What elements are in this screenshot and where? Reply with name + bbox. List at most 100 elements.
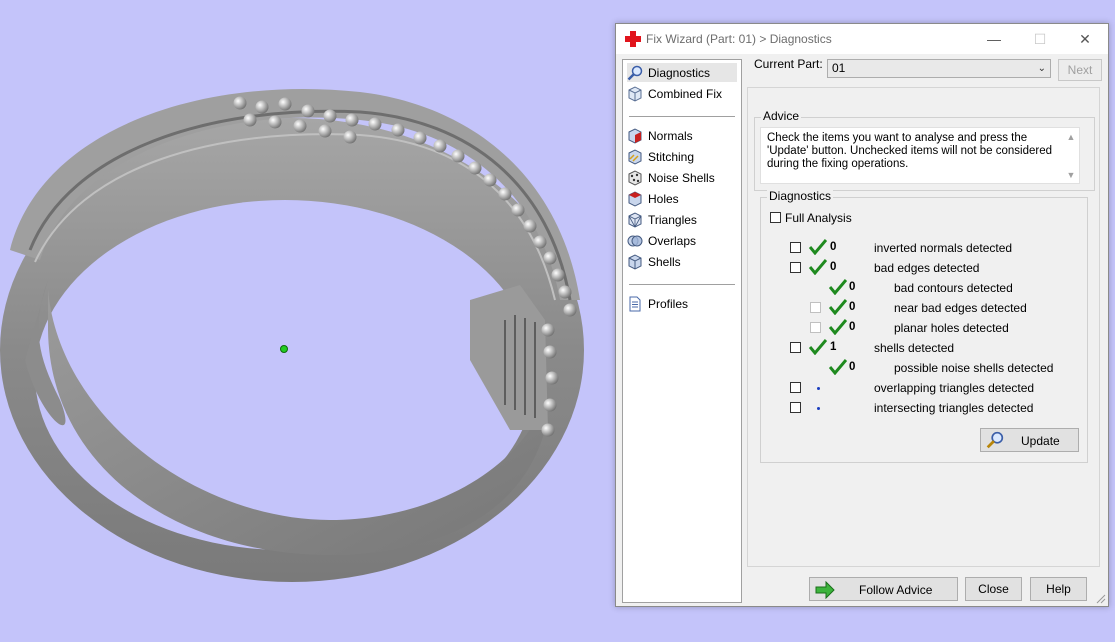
full-analysis-checkbox[interactable] [770, 212, 781, 223]
magnifier-icon [986, 431, 1004, 449]
current-part-label: Current Part: [754, 57, 823, 71]
ring-bead [318, 124, 332, 138]
current-part-value: 01 [832, 61, 846, 75]
ring-bead [368, 117, 382, 131]
diag-text: bad edges detected [874, 261, 980, 275]
diag-checkbox-shells[interactable] [790, 342, 801, 353]
full-analysis-label: Full Analysis [785, 211, 852, 225]
wizard-nav: Diagnostics Combined Fix Normals Stitchi… [622, 59, 742, 603]
ring-bead [511, 203, 525, 217]
nav-item-shells[interactable]: Shells [627, 252, 737, 271]
holes-cube-icon [628, 190, 642, 207]
resize-grip-icon[interactable] [1096, 594, 1106, 604]
green-check-icon [829, 279, 847, 295]
diag-count: 0 [830, 261, 837, 273]
diag-count: 0 [849, 301, 856, 313]
ring-bead [543, 345, 557, 359]
pending-dot-icon [817, 407, 820, 410]
title-bar[interactable]: Fix Wizard (Part: 01) > Diagnostics — ☐ … [616, 24, 1108, 54]
diag-text: near bad edges detected [894, 301, 1027, 315]
ring-bead [523, 219, 537, 233]
ring-bead [413, 131, 427, 145]
minimize-button[interactable]: — [971, 24, 1017, 54]
advice-scrollbar[interactable]: ▲ ▼ [1063, 128, 1079, 183]
3d-viewport[interactable] [0, 0, 615, 642]
update-button[interactable]: Update [980, 428, 1079, 452]
ring-model [0, 88, 584, 582]
follow-advice-button[interactable]: Follow Advice [809, 577, 958, 601]
ring-bead [533, 235, 547, 249]
fix-wizard-window: Fix Wizard (Part: 01) > Diagnostics — ☐ … [615, 23, 1109, 607]
close-button[interactable]: Close [965, 577, 1022, 601]
ring-bead [268, 115, 282, 129]
red-cross-icon [625, 31, 641, 47]
diag-text: possible noise shells detected [894, 361, 1054, 375]
pivot-marker [280, 345, 288, 353]
nav-item-overlaps[interactable]: Overlaps [627, 231, 737, 250]
diag-text: overlapping triangles detected [874, 381, 1035, 395]
diag-checkbox-near-bad-edges[interactable] [810, 302, 821, 313]
next-button[interactable]: Next [1058, 59, 1102, 81]
nav-separator [629, 116, 735, 117]
nav-item-noise-shells[interactable]: Noise Shells [627, 168, 737, 187]
diag-text: bad contours detected [894, 281, 1013, 295]
chevron-down-icon: ⌄ [1037, 63, 1046, 74]
nav-item-combined-fix[interactable]: Combined Fix [627, 84, 737, 103]
shells-cube-icon [628, 253, 642, 270]
pending-dot-icon [817, 387, 820, 390]
diag-count: 0 [849, 321, 856, 333]
ring-bead [391, 123, 405, 137]
diagnostics-title: Diagnostics [767, 189, 834, 203]
maximize-button[interactable]: ☐ [1017, 24, 1063, 54]
green-check-icon [829, 359, 847, 375]
ring-bead [543, 251, 557, 265]
advice-title: Advice [761, 109, 802, 123]
diag-checkbox-inverted-normals[interactable] [790, 242, 801, 253]
noise-shells-icon [628, 169, 642, 186]
diag-text: planar holes detected [894, 321, 1009, 335]
nav-item-triangles[interactable]: Triangles [627, 210, 737, 229]
nav-item-profiles[interactable]: Profiles [627, 294, 737, 313]
ring-bead [541, 323, 555, 337]
diag-count: 1 [830, 341, 837, 353]
green-check-icon [809, 339, 827, 355]
diag-checkbox-overlapping-triangles[interactable] [790, 382, 801, 393]
ring-bead [563, 303, 577, 317]
ring-bead [558, 285, 572, 299]
current-part-select[interactable]: 01 ⌄ [827, 59, 1051, 78]
help-button[interactable]: Help [1030, 577, 1087, 601]
nav-item-diagnostics[interactable]: Diagnostics [627, 63, 737, 82]
ring-bead [545, 371, 559, 385]
diag-checkbox-intersecting-triangles[interactable] [790, 402, 801, 413]
ring-bead [541, 423, 555, 437]
nav-item-stitching[interactable]: Stitching [627, 147, 737, 166]
diag-checkbox-bad-edges[interactable] [790, 262, 801, 273]
ring-bead [468, 161, 482, 175]
advice-text: Check the items you want to analyse and … [760, 127, 1080, 184]
green-check-icon [809, 239, 827, 255]
green-check-icon [829, 299, 847, 315]
magnifier-icon [627, 65, 643, 80]
nav-item-holes[interactable]: Holes [627, 189, 737, 208]
ring-bead [233, 96, 247, 110]
diag-count: 0 [830, 241, 837, 253]
diag-checkbox-planar-holes[interactable] [810, 322, 821, 333]
ring-bead [255, 100, 269, 114]
ring-bead [243, 113, 257, 127]
diag-count: 0 [849, 361, 856, 373]
window-title: Fix Wizard (Part: 01) > Diagnostics [646, 32, 832, 46]
ring-bead [483, 173, 497, 187]
ring-bead [451, 149, 465, 163]
ring-bead [323, 109, 337, 123]
ring-bead [498, 187, 512, 201]
stitching-cube-icon [628, 148, 642, 165]
ring-bead [343, 130, 357, 144]
ring-bead [278, 97, 292, 111]
overlaps-icon [627, 235, 643, 246]
green-check-icon [809, 259, 827, 275]
close-window-button[interactable]: ✕ [1062, 24, 1108, 54]
cube-stack-icon [628, 85, 642, 102]
normals-cube-icon [628, 127, 642, 144]
ring-bead [301, 104, 315, 118]
nav-item-normals[interactable]: Normals [627, 126, 737, 145]
